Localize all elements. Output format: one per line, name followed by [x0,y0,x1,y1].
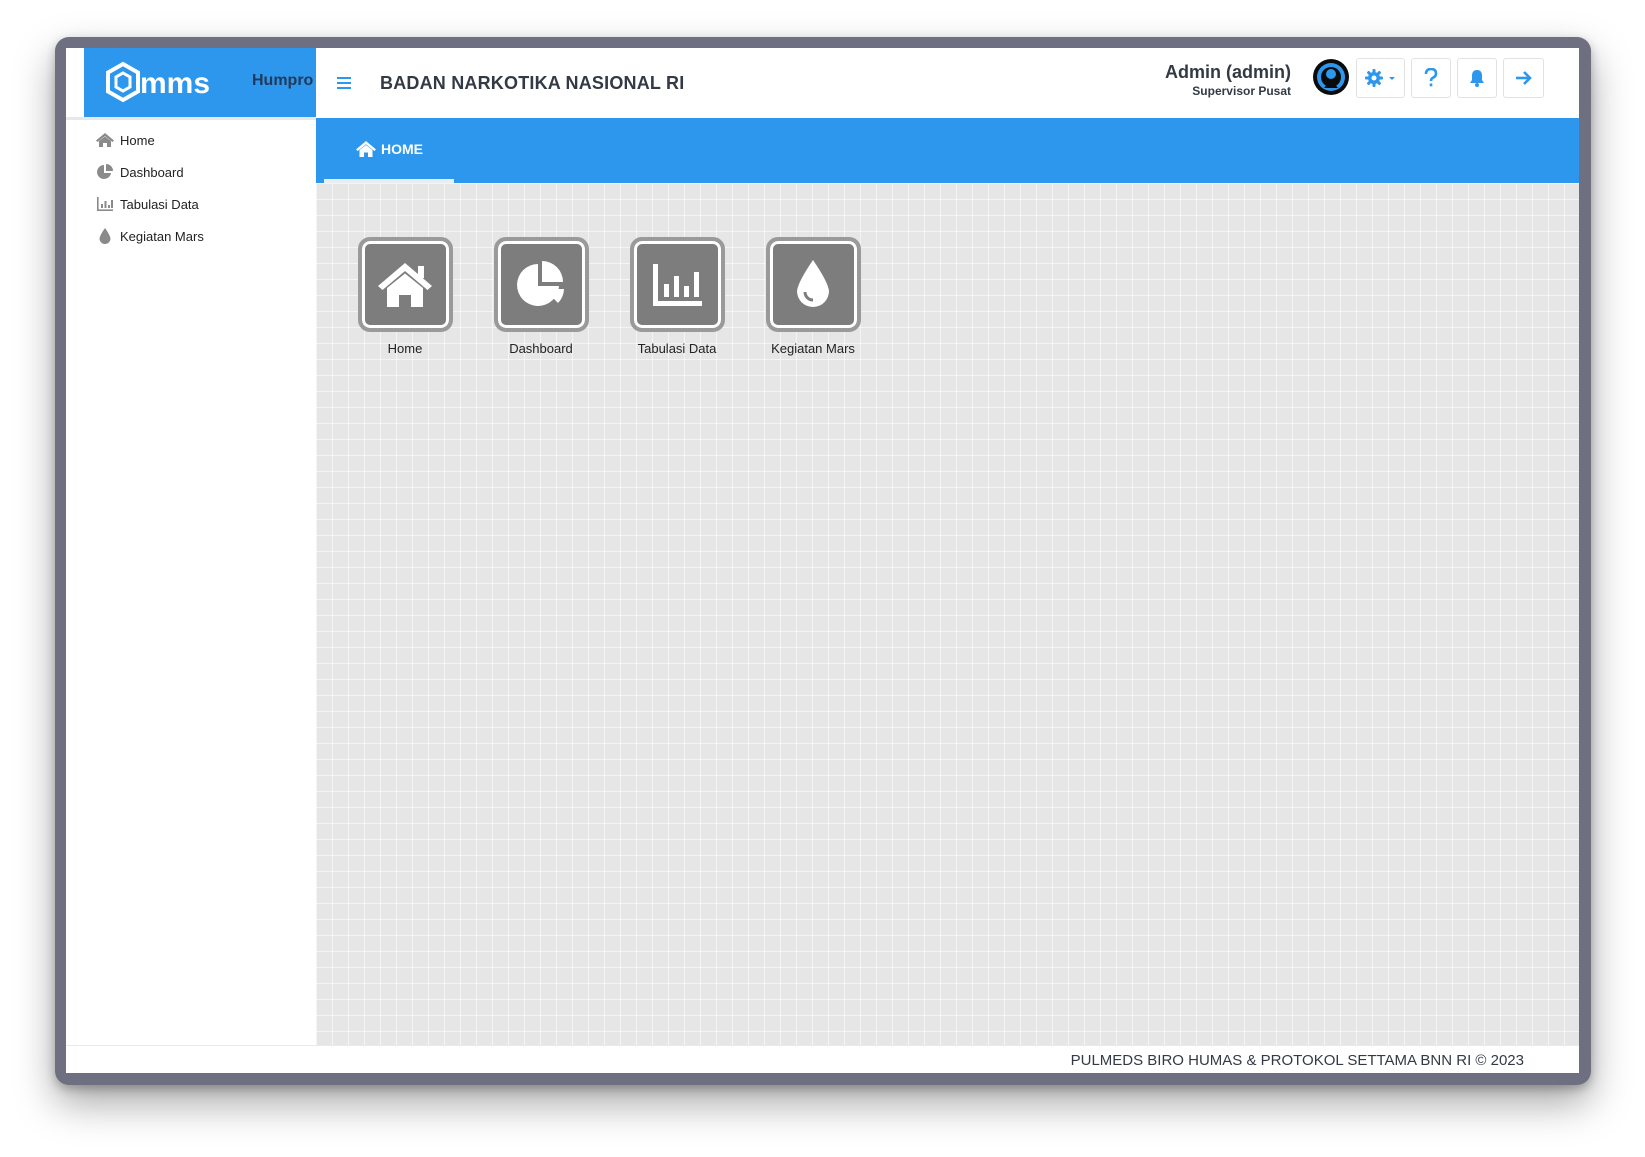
tab-bar: HOME [316,118,1579,183]
footer: PULMEDS BIRO HUMAS & PROTOKOL SETTAMA BN… [66,1045,1579,1073]
footer-text: PULMEDS BIRO HUMAS & PROTOKOL SETTAMA BN… [1070,1052,1524,1069]
pie-chart-icon [517,260,564,306]
sidebar-item-home[interactable]: Home [94,126,304,154]
home-icon [356,140,376,157]
tile-icon-box [357,237,453,332]
help-icon [1424,68,1438,87]
tile-icon-box [765,237,861,332]
logo-text: mms [140,67,210,100]
avatar[interactable] [1313,59,1349,95]
sidebar-item-label: Tabulasi Data [120,196,199,212]
drop-icon [797,259,829,307]
brand-block[interactable]: mms Humpro [84,48,316,117]
tile-label: Tabulasi Data [637,341,717,356]
pie-chart-icon [94,161,116,183]
tile-icon-box [629,237,725,332]
settings-button[interactable] [1356,58,1405,98]
sidebar-item-label: Dashboard [120,164,184,180]
gear-icon [1364,69,1395,87]
avatar-icon [1317,63,1345,91]
tile-label: Dashboard [509,341,573,356]
logout-button[interactable] [1503,58,1544,98]
app-window: mms Humpro BADAN NARKOTIKA NASIONAL RI A… [66,48,1579,1073]
app-name: Humpro [252,72,314,89]
user-role: Supervisor Pusat [1192,84,1291,98]
sidebar: Home Dashboard Tabulasi Data Kegiatan Ma… [66,120,316,1045]
main-content: Home Dashboard Tabulasi Data Kegiatan Ma… [316,183,1579,1045]
user-info: Admin (admin) Supervisor Pusat [1165,62,1291,98]
sidebar-item-label: Kegiatan Mars [120,228,204,244]
menu-icon [337,77,351,89]
logout-icon [1515,71,1532,85]
tile-tabulasi-data[interactable]: Tabulasi Data [619,237,735,356]
tile-dashboard[interactable]: Dashboard [483,237,599,356]
logo: mms [106,61,210,103]
home-icon [378,262,432,307]
tile-label: Kegiatan Mars [771,341,855,356]
page-title: BADAN NARKOTIKA NASIONAL RI [380,73,685,93]
drop-icon [94,225,116,247]
help-button[interactable] [1411,58,1451,98]
menu-toggle-button[interactable] [334,72,356,92]
bar-chart-icon [94,193,116,215]
bar-chart-icon [653,263,702,306]
tile-label: Home [387,341,423,356]
tile-icon-box [493,237,589,332]
tile-home[interactable]: Home [347,237,463,356]
chevron-down-icon [1388,77,1395,80]
sidebar-item-label: Home [120,132,155,148]
home-icon [94,129,116,151]
sidebar-item-tabulasi-data[interactable]: Tabulasi Data [94,190,304,218]
tile-kegiatan-mars[interactable]: Kegiatan Mars [755,237,871,356]
user-name: Admin (admin) [1165,62,1291,82]
tab-home[interactable]: HOME [324,118,454,183]
sidebar-item-dashboard[interactable]: Dashboard [94,158,304,186]
tab-label: HOME [381,140,423,157]
bell-icon [1470,70,1484,87]
sidebar-item-kegiatan-mars[interactable]: Kegiatan Mars [94,222,304,250]
notifications-button[interactable] [1457,58,1497,98]
